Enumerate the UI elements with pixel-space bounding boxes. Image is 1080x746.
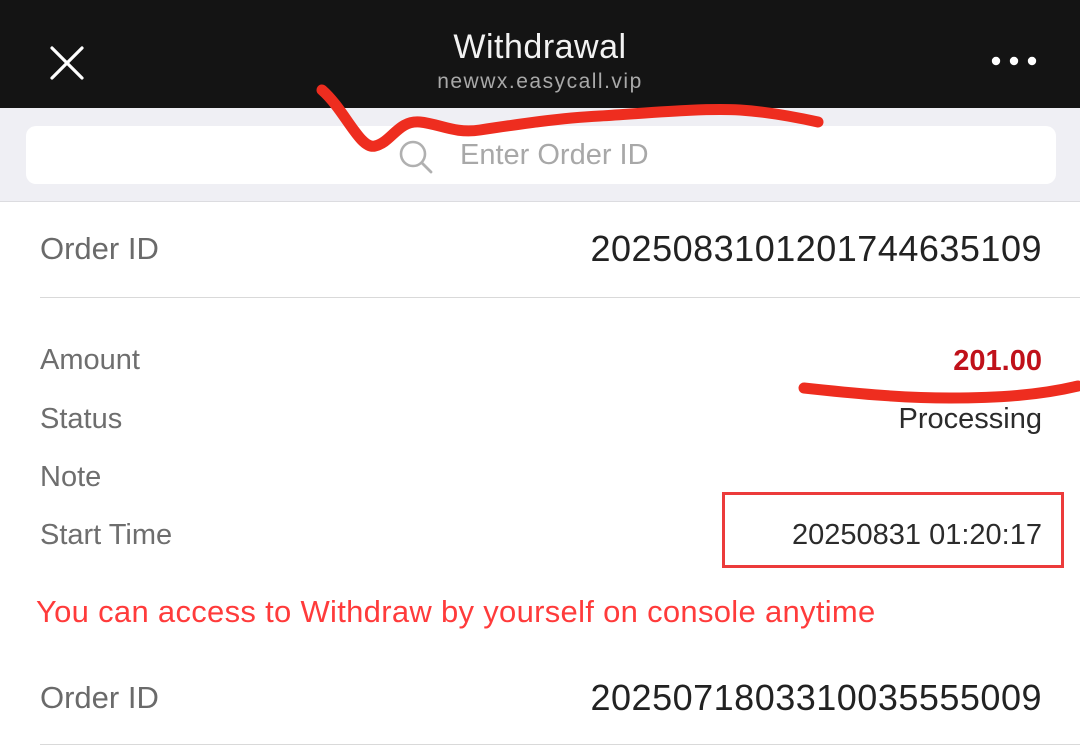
highlight-box — [722, 492, 1064, 568]
top-bar: Withdrawal newwx.easycall.vip — [0, 0, 1080, 108]
divider — [40, 297, 1080, 298]
underline-amount — [798, 380, 1080, 404]
page-domain: newwx.easycall.vip — [437, 70, 643, 93]
order-id-value: 20250831012017446351​09 — [590, 228, 1042, 269]
status-label: Status — [40, 403, 123, 435]
note-label: Note — [40, 461, 102, 493]
amount-label: Amount — [40, 344, 140, 376]
start-time-label: Start Time — [40, 519, 173, 551]
order-id-label: Order ID — [40, 680, 159, 715]
search-bar — [0, 108, 1080, 202]
page-title: Withdrawal — [453, 28, 627, 66]
search-box[interactable] — [26, 126, 1056, 184]
search-input[interactable] — [460, 134, 1020, 176]
order-id-value: 20250718033100355550​09 — [590, 677, 1042, 718]
status-value: Processing — [898, 403, 1042, 435]
order-id-label: Order ID — [40, 231, 159, 266]
amount-value: 201.00 — [953, 345, 1042, 377]
divider — [40, 744, 1080, 745]
withdraw-notice: You can access to Withdraw by yourself o… — [36, 594, 876, 629]
withdrawal-page: Withdrawal newwx.easycall.vip Order ID 2… — [0, 0, 1080, 746]
search-icon — [396, 138, 436, 176]
more-horizontal-icon[interactable] — [986, 48, 1042, 74]
